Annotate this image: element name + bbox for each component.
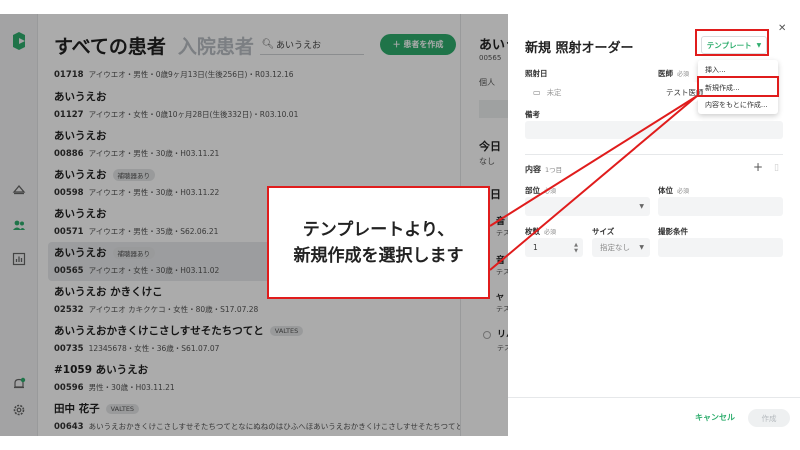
count-stepper[interactable]: 1 ▲ ▼: [525, 238, 583, 257]
section-divider: [525, 154, 783, 155]
body-position-label: 体位 必須: [658, 185, 689, 196]
count-value: 1: [533, 243, 538, 252]
size-chevron-down-icon: ▼: [639, 244, 644, 251]
new-create-highlight: [697, 76, 779, 97]
instruction-callout: テンプレートより、 新規作成を選択します: [267, 186, 490, 299]
remarks-label: 備考: [525, 110, 540, 119]
page: すべての患者 入院患者 🔍︎ あいうえお ＋ 患者を作成 01718 アイウエオ・…: [0, 0, 800, 450]
body-position-label-text: 体位: [658, 186, 673, 195]
remarks-input[interactable]: [525, 121, 783, 139]
count-required: 必須: [544, 229, 557, 236]
contents-count: 1つ目: [545, 166, 563, 174]
part-chevron-down-icon: ▼: [639, 203, 644, 210]
cancel-button[interactable]: キャンセル: [695, 412, 735, 423]
doctor-field[interactable]: テスト医師: [658, 82, 704, 102]
template-button-highlight: [695, 29, 769, 56]
stepper-arrows-icon[interactable]: ▲ ▼: [574, 242, 578, 254]
close-icon[interactable]: ✕: [778, 23, 786, 34]
size-value: 指定なし: [600, 243, 630, 252]
doctor-label: 医師 必須: [658, 68, 689, 79]
conditions-input[interactable]: [658, 238, 783, 257]
drawer-footer: キャンセル 作成: [508, 397, 800, 436]
part-required: 必須: [544, 188, 557, 195]
body-position-required: 必須: [677, 188, 690, 195]
size-label: サイズ: [592, 227, 615, 236]
part-select[interactable]: ▼: [525, 197, 650, 216]
drawer-title: 新規 照射オーダー: [525, 41, 634, 56]
callout-line-2: 新規作成を選択します: [293, 245, 464, 266]
doctor-label-text: 医師: [658, 69, 673, 78]
contents-label: 内容 1つ目: [525, 164, 562, 175]
count-label-text: 枚数: [525, 227, 540, 236]
trash-icon[interactable]: ▯: [774, 163, 779, 173]
date-field[interactable]: ▭ 未定: [525, 82, 645, 102]
create-button[interactable]: 作成: [748, 409, 790, 427]
callout-line-1: テンプレートより、: [302, 219, 455, 240]
count-label: 枚数 必須: [525, 226, 556, 237]
part-label: 部位 必須: [525, 185, 556, 196]
size-select[interactable]: 指定なし ▼: [592, 238, 650, 257]
part-label-text: 部位: [525, 186, 540, 195]
date-placeholder: 未定: [546, 87, 562, 97]
calendar-icon: ▭: [533, 87, 541, 97]
conditions-label: 撮影条件: [658, 227, 688, 236]
add-icon[interactable]: +: [753, 160, 763, 174]
template-menu-insert[interactable]: 挿入...: [705, 65, 726, 75]
template-menu-from-content[interactable]: 内容をもとに作成...: [705, 100, 768, 110]
contents-label-text: 内容: [525, 165, 541, 174]
date-label: 照射日: [525, 69, 548, 78]
body-position-input[interactable]: [658, 197, 783, 216]
required-mark: 必須: [677, 71, 690, 78]
